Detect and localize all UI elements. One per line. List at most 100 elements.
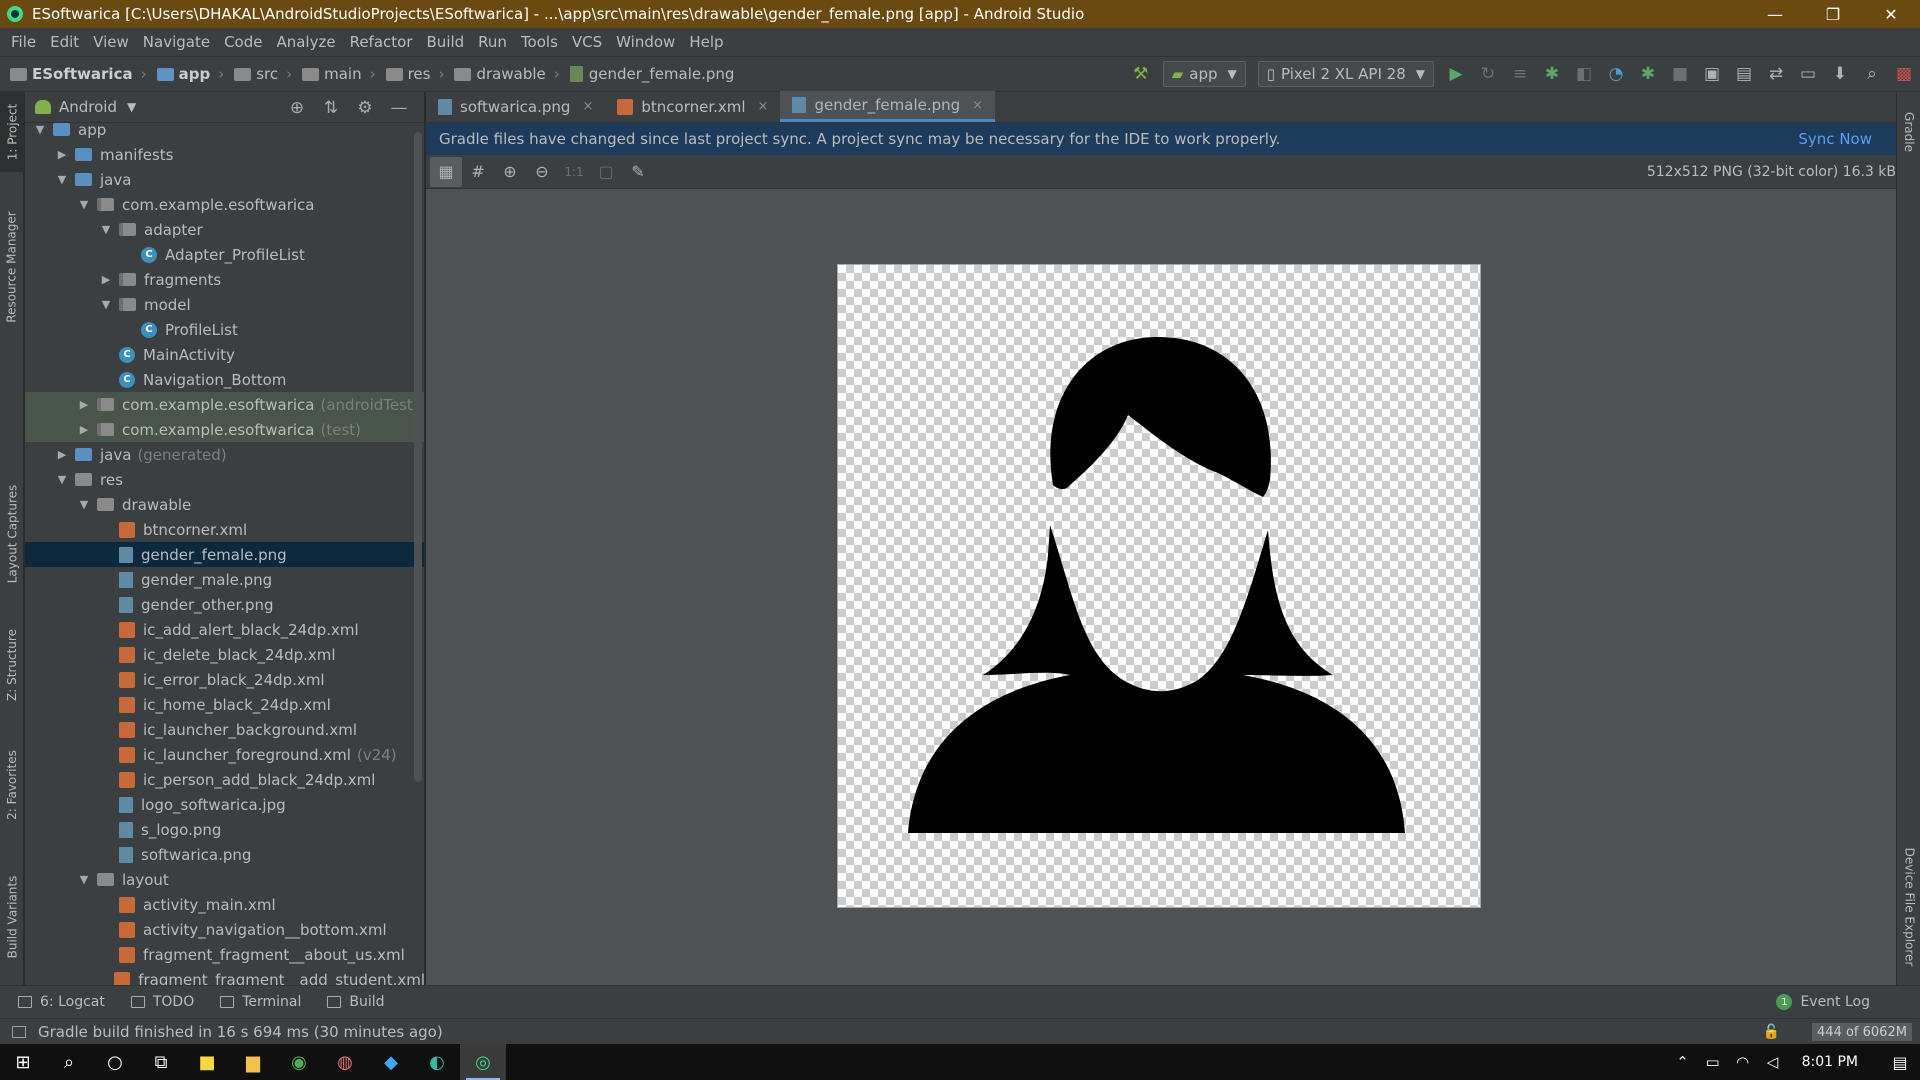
menu-edit[interactable]: Edit bbox=[43, 33, 86, 51]
expand-arrow-icon[interactable]: ▼ bbox=[99, 298, 113, 311]
expand-arrow-icon[interactable]: ▼ bbox=[55, 473, 69, 486]
expand-arrow-icon[interactable]: ▼ bbox=[77, 198, 91, 211]
menu-run[interactable]: Run bbox=[471, 33, 514, 51]
app-icon[interactable]: ◍ bbox=[322, 1044, 368, 1080]
tab-structure[interactable]: Z: Structure bbox=[0, 620, 24, 710]
breadcrumb-drawable[interactable]: drawable › bbox=[444, 65, 560, 83]
tree-item[interactable]: C Navigation_Bottom bbox=[25, 367, 424, 392]
tab-logcat[interactable]: 6: Logcat bbox=[18, 994, 105, 1010]
tree-item[interactable]: gender_male.png bbox=[25, 567, 424, 592]
search-icon[interactable]: ⌕ bbox=[1856, 58, 1888, 90]
tree-item[interactable]: ic_launcher_foreground.xml (v24) bbox=[25, 742, 424, 767]
tree-item[interactable]: logo_softwarica.jpg bbox=[25, 792, 424, 817]
tab-todo[interactable]: TODO bbox=[130, 994, 194, 1010]
edge-icon[interactable]: ◐ bbox=[414, 1044, 460, 1080]
tree-item[interactable]: ic_error_black_24dp.xml bbox=[25, 667, 424, 692]
tree-item[interactable]: ▶ fragments bbox=[25, 267, 424, 292]
expand-arrow-icon[interactable]: ▼ bbox=[99, 223, 113, 236]
expand-arrow-icon[interactable]: ▼ bbox=[55, 173, 69, 186]
collapse-arrow-icon[interactable]: ▶ bbox=[55, 448, 69, 461]
device-select[interactable]: ▯ Pixel 2 XL API 28 ▼ bbox=[1257, 61, 1434, 87]
breadcrumb-res[interactable]: res › bbox=[376, 65, 444, 83]
grid-icon[interactable]: # bbox=[462, 157, 494, 187]
menu-tools[interactable]: Tools bbox=[514, 33, 565, 51]
tree-item[interactable]: ic_add_alert_black_24dp.xml bbox=[25, 617, 424, 642]
breadcrumb-app[interactable]: app › bbox=[147, 65, 224, 83]
volume-icon[interactable]: ◁ bbox=[1758, 1053, 1788, 1071]
minimize-button[interactable]: — bbox=[1746, 0, 1804, 28]
close-button[interactable]: ✕ bbox=[1862, 0, 1920, 28]
collapse-arrow-icon[interactable]: ▶ bbox=[99, 273, 113, 286]
tree-item[interactable]: activity_navigation__bottom.xml bbox=[25, 917, 424, 942]
editor-tab[interactable]: gender_female.png × bbox=[780, 91, 996, 122]
scrollbar[interactable] bbox=[414, 132, 422, 782]
tree-item[interactable]: gender_female.png bbox=[25, 542, 424, 567]
layout-inspector-icon[interactable]: ▤ bbox=[1728, 58, 1760, 90]
menu-vcs[interactable]: VCS bbox=[565, 33, 609, 51]
tool-windows-icon[interactable] bbox=[12, 1025, 26, 1038]
profile-icon[interactable]: ◔ bbox=[1600, 58, 1632, 90]
tree-item[interactable]: ▶ com.example.esoftwarica (test) bbox=[25, 417, 424, 442]
tree-item[interactable]: ic_person_add_black_24dp.xml bbox=[25, 767, 424, 792]
tab-layout-captures[interactable]: Layout Captures bbox=[0, 474, 24, 594]
editor-tab[interactable]: btncorner.xml × bbox=[605, 91, 780, 122]
tree-item[interactable]: ic_home_black_24dp.xml bbox=[25, 692, 424, 717]
actual-size-icon[interactable]: 1:1 bbox=[558, 157, 590, 187]
tree-item[interactable]: ▼ model bbox=[25, 292, 424, 317]
tree-item[interactable]: fragment_fragment__about_us.xml bbox=[25, 942, 424, 967]
lock-icon[interactable]: 🔓 bbox=[1763, 1024, 1780, 1040]
vscode-icon[interactable]: ◆ bbox=[368, 1044, 414, 1080]
tree-item[interactable]: C Adapter_ProfileList bbox=[25, 242, 424, 267]
tree-item[interactable]: ▼ res bbox=[25, 467, 424, 492]
breadcrumb-project[interactable]: ESoftwarica › bbox=[0, 65, 147, 83]
chrome-icon[interactable]: ◉ bbox=[276, 1044, 322, 1080]
event-log-button[interactable]: 1 Event Log bbox=[1776, 994, 1870, 1010]
restore-button[interactable]: ❐ bbox=[1804, 0, 1862, 28]
run-icon[interactable]: ▶ bbox=[1440, 58, 1472, 90]
tree-item[interactable]: ▶ com.example.esoftwarica (androidTest) bbox=[25, 392, 424, 417]
tree-item[interactable]: ▶ manifests bbox=[25, 142, 424, 167]
tree-item[interactable]: C ProfileList bbox=[25, 317, 424, 342]
tree-item[interactable]: softwarica.png bbox=[25, 842, 424, 867]
menu-navigate[interactable]: Navigate bbox=[136, 33, 217, 51]
close-tab-icon[interactable]: × bbox=[582, 99, 593, 114]
cortana-icon[interactable]: ○ bbox=[92, 1044, 138, 1080]
tree-item[interactable]: ic_launcher_background.xml bbox=[25, 717, 424, 742]
android-studio-taskbar-icon[interactable]: ◎ bbox=[460, 1044, 506, 1080]
tree-item[interactable]: ▼ adapter bbox=[25, 217, 424, 242]
file-explorer-icon[interactable]: ▆ bbox=[230, 1044, 276, 1080]
task-view-icon[interactable]: ⧉ bbox=[138, 1044, 184, 1080]
color-picker-icon[interactable]: ✎ bbox=[622, 157, 654, 187]
project-structure-icon[interactable]: ▣ bbox=[1696, 58, 1728, 90]
tree-item[interactable]: ▶ java (generated) bbox=[25, 442, 424, 467]
close-tab-icon[interactable]: × bbox=[972, 98, 983, 113]
avd-manager-icon[interactable]: ▭ bbox=[1792, 58, 1824, 90]
tab-project[interactable]: 1: Project bbox=[0, 92, 24, 172]
tree-item[interactable]: ▼ app bbox=[25, 123, 424, 142]
chevron-down-icon[interactable]: ▼ bbox=[127, 100, 136, 114]
expand-arrow-icon[interactable]: ▼ bbox=[33, 123, 47, 136]
editor-tab[interactable]: softwarica.png × bbox=[426, 91, 605, 122]
apply-code-changes-icon[interactable]: ≡ bbox=[1504, 58, 1536, 90]
memory-indicator[interactable]: 444 of 6062M bbox=[1812, 1023, 1912, 1041]
project-view-select[interactable]: Android bbox=[59, 98, 117, 116]
tree-item[interactable]: s_logo.png bbox=[25, 817, 424, 842]
tree-item[interactable]: ▼ java bbox=[25, 167, 424, 192]
close-tab-icon[interactable]: × bbox=[758, 99, 769, 114]
breadcrumb-src[interactable]: src › bbox=[224, 65, 292, 83]
expand-arrow-icon[interactable]: ▼ bbox=[77, 873, 91, 886]
attach-debugger-icon[interactable]: ✱ bbox=[1632, 58, 1664, 90]
menu-code[interactable]: Code bbox=[217, 33, 269, 51]
menu-view[interactable]: View bbox=[86, 33, 136, 51]
sticky-notes-icon[interactable]: ■ bbox=[184, 1044, 230, 1080]
tab-device-file-explorer[interactable]: Device File Explorer bbox=[1897, 837, 1920, 977]
tree-item[interactable]: ▼ com.example.esoftwarica bbox=[25, 192, 424, 217]
chevron-up-icon[interactable]: ⌃ bbox=[1668, 1053, 1698, 1071]
battery-icon[interactable]: ▭ bbox=[1698, 1053, 1728, 1071]
breadcrumb-file[interactable]: gender_female.png bbox=[560, 65, 734, 83]
sync-gradle-icon[interactable]: ⇄ bbox=[1760, 58, 1792, 90]
windows-start-icon[interactable]: ⊞ bbox=[0, 1044, 46, 1080]
menu-file[interactable]: File bbox=[4, 33, 43, 51]
sdk-manager-icon[interactable]: ⬇ bbox=[1824, 58, 1856, 90]
breadcrumb-main[interactable]: main › bbox=[292, 65, 376, 83]
